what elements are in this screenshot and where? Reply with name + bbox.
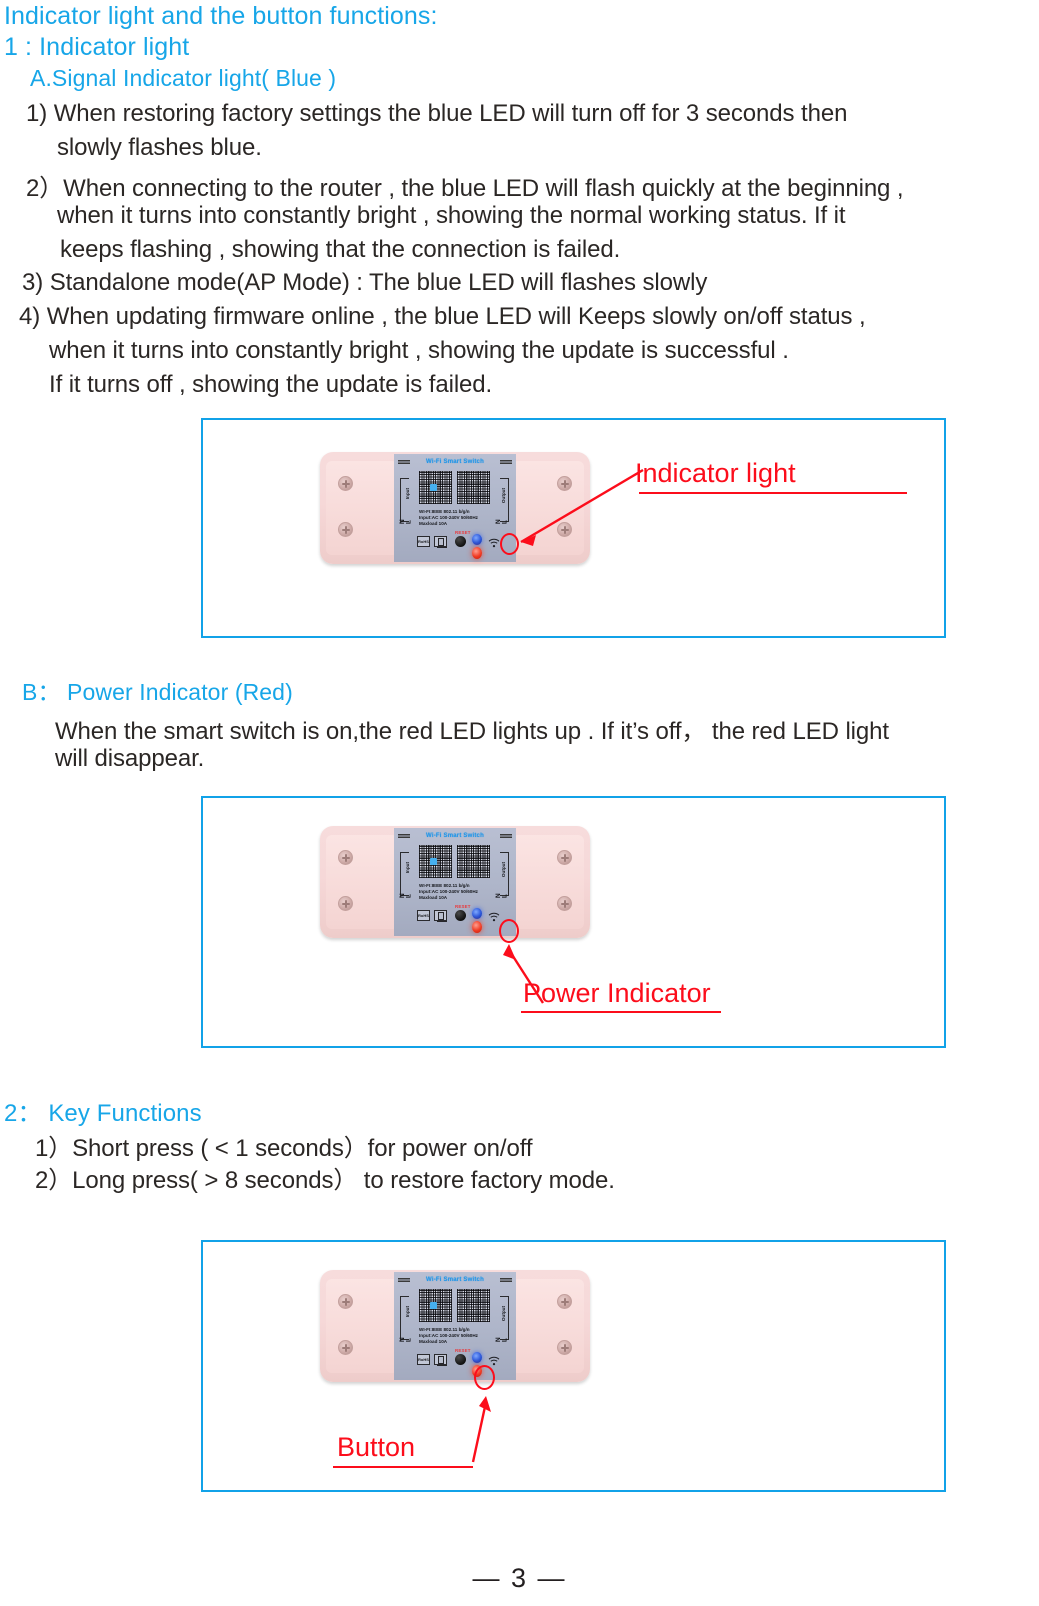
para-b-line-2: will disappear. (55, 745, 205, 772)
para-b-line-1: When the smart switch is on,the red LED … (55, 718, 889, 745)
para-a-line-5: keeps flashing , showing that the connec… (60, 236, 621, 263)
callout-underline-3 (333, 1466, 473, 1468)
callout-underline-1 (639, 492, 907, 494)
section-1-heading: 1 : Indicator light (4, 33, 190, 61)
callout-underline-2 (521, 1011, 721, 1013)
callout-label-button: Button (337, 1432, 416, 1462)
page-title: Indicator light and the button functions… (4, 2, 438, 30)
figure-indicator-light: Wi-Fi Smart Switch N L Input N L Output … (201, 418, 946, 638)
callout-label-power-indicator: Power Indicator (523, 978, 711, 1008)
para-a-line-7: 4) When updating firmware online , the b… (19, 303, 866, 330)
section-2-heading: 2： Key Functions (4, 1100, 202, 1127)
para-a-line-8: when it turns into constantly bright , s… (49, 337, 789, 364)
figure-power-indicator: Wi-Fi Smart Switch N L Input N L Output … (201, 796, 946, 1048)
para-2-line-1: 1）Short press ( < 1 seconds）for power on… (35, 1135, 533, 1162)
para-2-line-2: 2）Long press( > 8 seconds） to restore fa… (35, 1167, 615, 1194)
callout-label-indicator-light: Indicator light (635, 458, 796, 488)
callout-leader-3 (471, 1396, 491, 1463)
figure-button: Wi-Fi Smart Switch N L Input N L Output … (201, 1240, 946, 1492)
para-a-line-2: slowly flashes blue. (57, 134, 262, 161)
para-a-line-3: 2）When connecting to the router , the bl… (26, 175, 904, 202)
manual-page: Indicator light and the button functions… (0, 0, 1039, 1606)
para-a-line-6: 3) Standalone mode(AP Mode) : The blue L… (22, 269, 708, 296)
para-a-line-9: If it turns off , showing the update is … (49, 371, 493, 398)
para-a-line-4: when it turns into constantly bright , s… (57, 202, 846, 229)
section-b-heading: B： Power Indicator (Red) (22, 679, 293, 705)
page-number: — 3 — (472, 1563, 567, 1593)
callout-leader-1 (520, 468, 644, 546)
section-a-heading: A.Signal Indicator light( Blue ) (30, 65, 337, 91)
para-a-line-1: 1) When restoring factory settings the b… (26, 100, 848, 127)
